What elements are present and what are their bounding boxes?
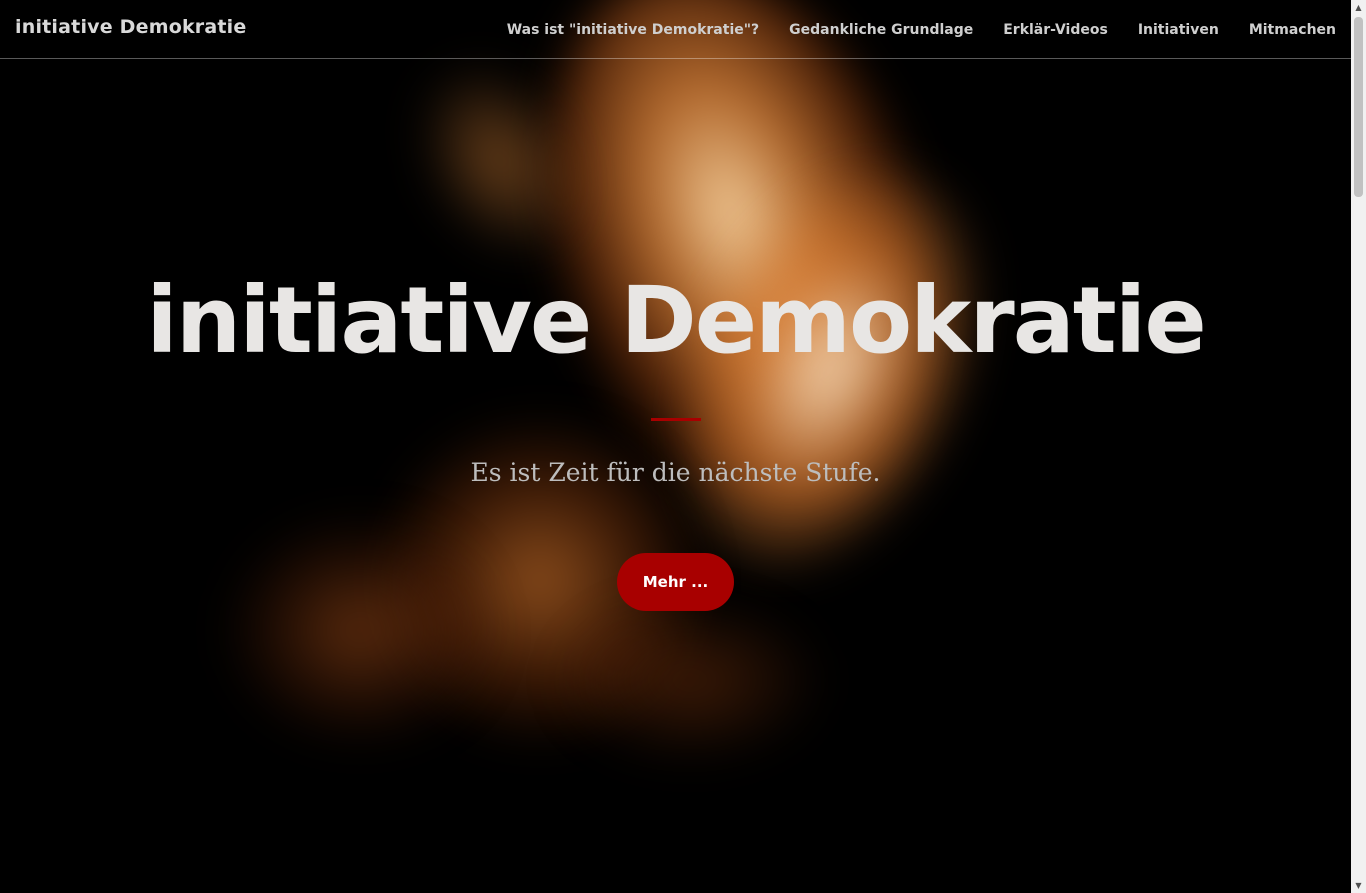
hero-section: initiative Demokratie Es ist Zeit für di… — [0, 0, 1351, 893]
top-navbar: initiative Demokratie Was ist "initiativ… — [0, 0, 1351, 59]
nav-link-mitmachen[interactable]: Mitmachen — [1249, 22, 1336, 38]
nav-item-initiativen: Initiativen — [1138, 19, 1219, 38]
nav-item-mitmachen: Mitmachen — [1249, 19, 1336, 38]
hero-divider — [651, 418, 701, 421]
nav-item-gedankliche-grundlage: Gedankliche Grundlage — [789, 19, 973, 38]
nav-links: Was ist "initiative Demokratie"? Gedankl… — [507, 19, 1336, 38]
nav-item-was-ist: Was ist "initiative Demokratie"? — [507, 19, 759, 38]
nav-link-erklaer-videos[interactable]: Erklär-Videos — [1003, 22, 1108, 38]
nav-link-initiativen[interactable]: Initiativen — [1138, 22, 1219, 38]
nav-link-was-ist[interactable]: Was ist "initiative Demokratie"? — [507, 22, 759, 38]
nav-item-erklaer-videos: Erklär-Videos — [1003, 19, 1108, 38]
nav-link-gedankliche-grundlage[interactable]: Gedankliche Grundlage — [789, 22, 973, 38]
hero-subtitle: Es ist Zeit für die nächste Stufe. — [470, 458, 881, 487]
mehr-button[interactable]: Mehr ... — [617, 553, 734, 611]
hero-title: initiative Demokratie — [146, 267, 1206, 374]
scrollbar-thumb[interactable] — [1354, 17, 1363, 197]
brand-link[interactable]: initiative Demokratie — [15, 16, 246, 38]
chevron-up-icon[interactable]: ▲ — [1351, 0, 1366, 15]
page: initiative Demokratie Was ist "initiativ… — [0, 0, 1351, 893]
vertical-scrollbar[interactable]: ▲ ▼ — [1351, 0, 1366, 893]
chevron-down-icon[interactable]: ▼ — [1351, 878, 1366, 893]
